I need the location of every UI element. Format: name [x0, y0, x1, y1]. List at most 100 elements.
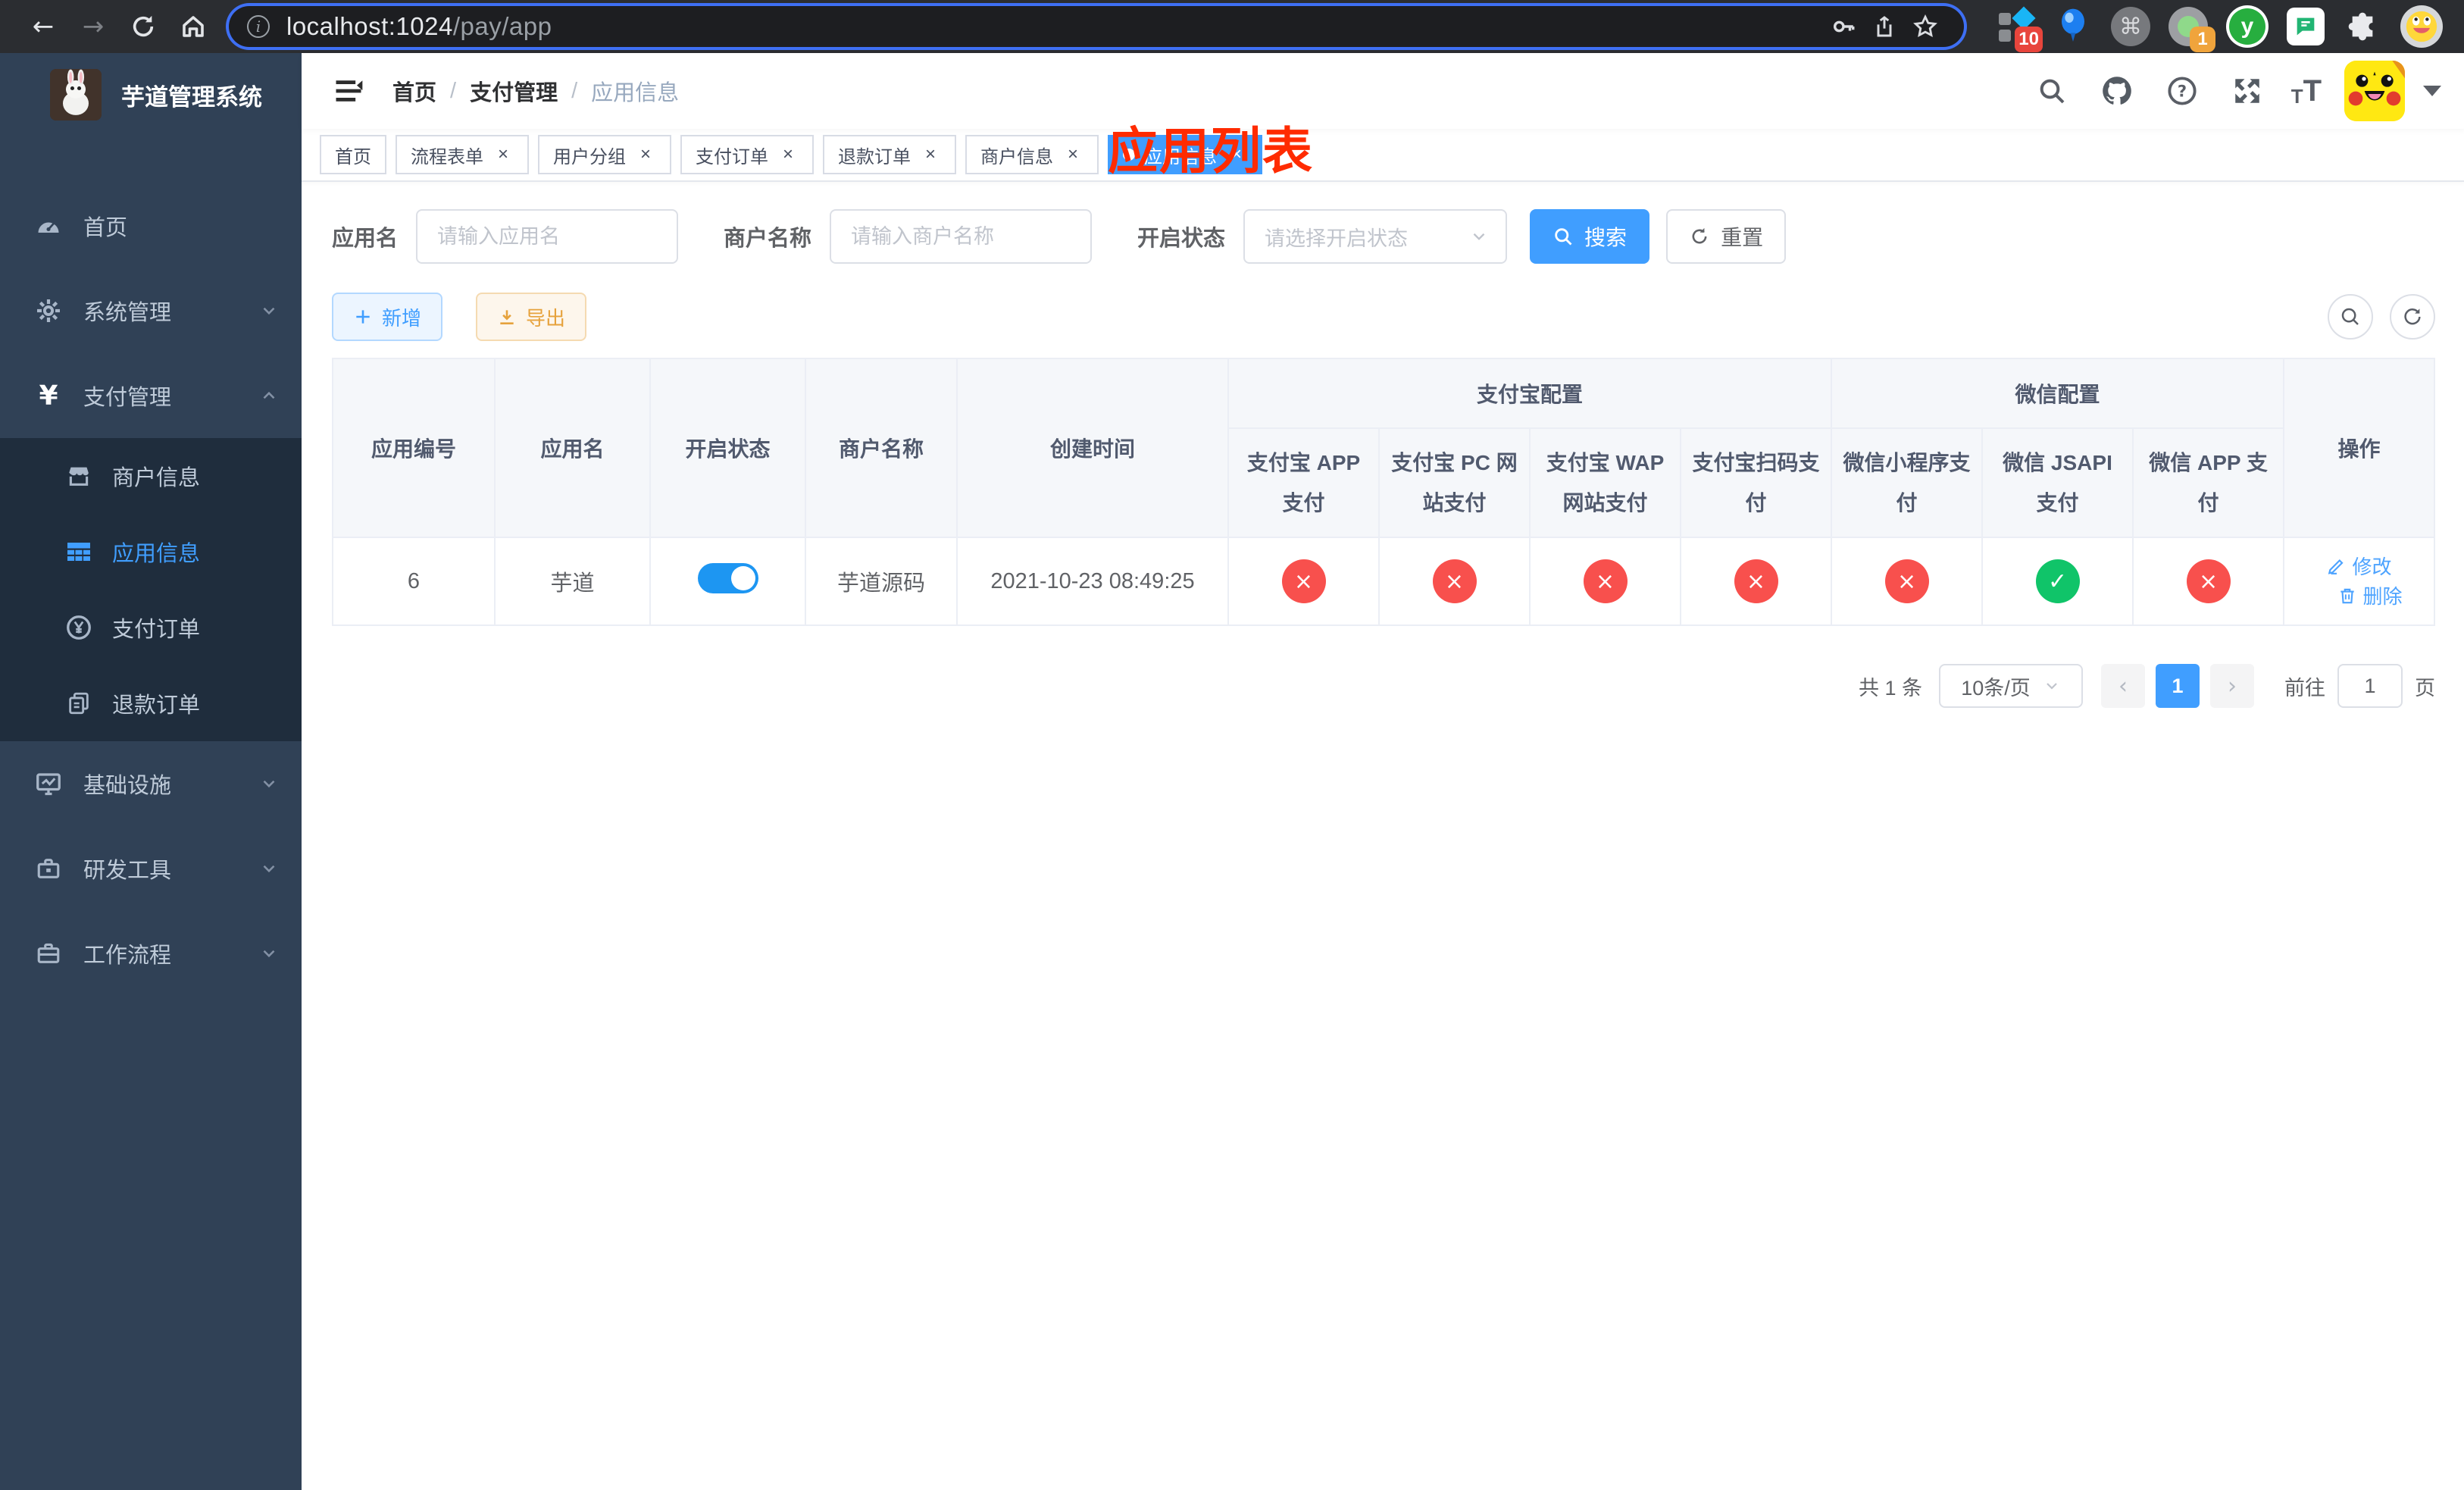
browser-home-button[interactable]	[171, 5, 215, 49]
tab[interactable]: 首页	[320, 135, 386, 174]
search-icon	[1555, 228, 1572, 246]
tab-close-icon[interactable]: ×	[492, 144, 514, 165]
status-select[interactable]: 请选择开启状态	[1243, 209, 1508, 264]
table-grid-icon	[61, 538, 97, 565]
chevron-down-icon	[1473, 233, 1485, 240]
col-actions: 操作	[2283, 357, 2436, 539]
sidebar-item-app-info[interactable]: 应用信息	[0, 514, 302, 590]
extension-blue-balloon[interactable]	[2053, 7, 2093, 46]
extension-green-y[interactable]: y	[2226, 5, 2269, 48]
chevron-down-icon	[259, 859, 279, 878]
toggle-search-button[interactable]	[2328, 294, 2374, 340]
tab[interactable]: 商户信息 ×	[965, 135, 1099, 174]
sidebar: 芋道管理系统 首页 系统管理 ¥ 支付管理 商户信息 应用信息 支付订单 退款订…	[0, 53, 302, 1490]
sidebar-item-payment[interactable]: ¥ 支付管理	[0, 353, 302, 438]
tab-close-icon[interactable]: ×	[777, 144, 799, 165]
breadcrumb-separator: /	[450, 78, 457, 103]
sidebar-item-label: 工作流程	[83, 944, 172, 968]
tab-close-icon[interactable]: ×	[635, 144, 656, 165]
sidebar-item-system[interactable]: 系统管理	[0, 268, 302, 353]
extension-bar: 10 ⌘ 1 y	[1996, 5, 2443, 52]
cell-merchant: 芋道源码	[805, 537, 958, 627]
breadcrumb-current: 应用信息	[591, 81, 680, 105]
balloon-icon	[2062, 8, 2084, 42]
status-select-placeholder: 请选择开启状态	[1265, 227, 1409, 250]
tab[interactable]: 退款订单 ×	[823, 135, 956, 174]
extension-command[interactable]: ⌘	[2111, 7, 2150, 46]
add-button[interactable]: 新增	[332, 293, 443, 341]
extension-green-chat[interactable]	[2287, 8, 2325, 45]
sidebar-item-dev-tools[interactable]: 研发工具	[0, 826, 302, 911]
sidebar-item-workflow[interactable]: 工作流程	[0, 911, 302, 996]
refresh-table-button[interactable]	[2390, 294, 2436, 340]
chevron-up-icon	[259, 386, 279, 405]
sidebar-item-infrastructure[interactable]: 基础设施	[0, 741, 302, 826]
goto-page-input[interactable]	[2337, 664, 2403, 709]
col-wx-mini: 微信小程序支付	[1831, 427, 1984, 539]
sidebar-item-home[interactable]: 首页	[0, 183, 302, 268]
browser-reload-button[interactable]	[121, 5, 165, 49]
next-page-button[interactable]: ›	[2210, 664, 2255, 709]
avatar-dropdown-caret-icon[interactable]	[2423, 86, 2442, 96]
extensions-puzzle-menu[interactable]	[2343, 7, 2382, 46]
cell-alipay-qr: ×	[1679, 537, 1833, 627]
cell-alipay-app: ×	[1227, 537, 1380, 627]
y-letter-icon: y	[2229, 8, 2265, 45]
help-icon[interactable]: ?	[2161, 70, 2203, 112]
reset-button[interactable]: 重置	[1666, 209, 1787, 264]
header-search-icon[interactable]	[2031, 70, 2073, 112]
col-wx-jsapi: 微信 JSAPI 支付	[1981, 427, 2134, 539]
tab-close-icon[interactable]: ×	[1062, 144, 1083, 165]
password-key-icon[interactable]	[1823, 6, 1864, 47]
app-name-input[interactable]	[416, 209, 679, 264]
tab-close-icon[interactable]: ×	[920, 144, 941, 165]
url-text[interactable]: localhost:1024/pay/app	[286, 12, 1823, 41]
search-button[interactable]: 搜索	[1530, 209, 1650, 264]
breadcrumb-payment[interactable]: 支付管理	[470, 75, 558, 107]
cell-actions: 修改 删除	[2283, 537, 2436, 627]
cell-status	[649, 537, 806, 627]
user-avatar[interactable]	[2344, 61, 2406, 121]
extension-gray-green-circle[interactable]: 1	[2169, 7, 2215, 52]
browser-forward-button[interactable]: →	[71, 5, 115, 49]
gear-icon	[30, 297, 67, 324]
tab[interactable]: 流程表单 ×	[396, 135, 529, 174]
sidebar-menu: 首页 系统管理 ¥ 支付管理 商户信息 应用信息 支付订单 退款订单 基础设施 …	[0, 183, 302, 996]
browser-back-button[interactable]: ←	[21, 5, 65, 49]
sidebar-item-label: 基础设施	[83, 774, 172, 798]
sidebar-item-merchant-info[interactable]: 商户信息	[0, 438, 302, 514]
profile-avatar-emoji[interactable]	[2400, 5, 2443, 48]
status-badge: ×	[1884, 559, 1929, 604]
cell-app-id: 6	[332, 537, 496, 627]
merchant-name-label: 商户名称	[724, 227, 812, 251]
export-button[interactable]: 导出	[476, 293, 587, 341]
share-icon[interactable]	[1864, 6, 1905, 47]
breadcrumb-home[interactable]: 首页	[392, 75, 436, 107]
github-icon[interactable]	[2096, 70, 2138, 112]
emoji-face-icon	[2406, 11, 2437, 42]
bookmark-star-icon[interactable]	[1905, 6, 1946, 47]
merchant-name-input[interactable]	[830, 209, 1093, 264]
site-info-icon[interactable]: i	[247, 15, 270, 38]
briefcase-icon	[30, 941, 67, 966]
font-size-icon[interactable]: TT	[2291, 74, 2322, 108]
sidebar-item-refund-orders[interactable]: 退款订单	[0, 665, 302, 741]
sidebar-item-label: 支付管理	[83, 386, 172, 410]
col-alipay-wap: 支付宝 WAP 网站支付	[1529, 427, 1681, 539]
tab[interactable]: 用户分组 ×	[538, 135, 671, 174]
sidebar-item-pay-orders[interactable]: 支付订单	[0, 590, 302, 665]
prev-page-button[interactable]: ‹	[2101, 664, 2146, 709]
status-switch[interactable]	[697, 563, 758, 594]
sidebar-collapse-button[interactable]	[326, 68, 371, 114]
sidebar-logo[interactable]: 芋道管理系统	[0, 53, 302, 136]
page-number-button[interactable]: 1	[2156, 664, 2200, 709]
tab[interactable]: 支付订单 ×	[680, 135, 814, 174]
fullscreen-icon[interactable]	[2226, 70, 2269, 112]
tab-label: 退款订单	[838, 146, 911, 167]
extension-gray-squares-blue-diamond[interactable]: 10	[1996, 6, 2043, 52]
page-size-select[interactable]: 10条/页	[1939, 664, 2084, 709]
delete-link[interactable]: 删除	[2337, 581, 2403, 609]
edit-link[interactable]: 修改	[2327, 552, 2392, 580]
document-copy-icon	[61, 690, 97, 716]
url-bar[interactable]: i localhost:1024/pay/app	[229, 6, 1964, 47]
